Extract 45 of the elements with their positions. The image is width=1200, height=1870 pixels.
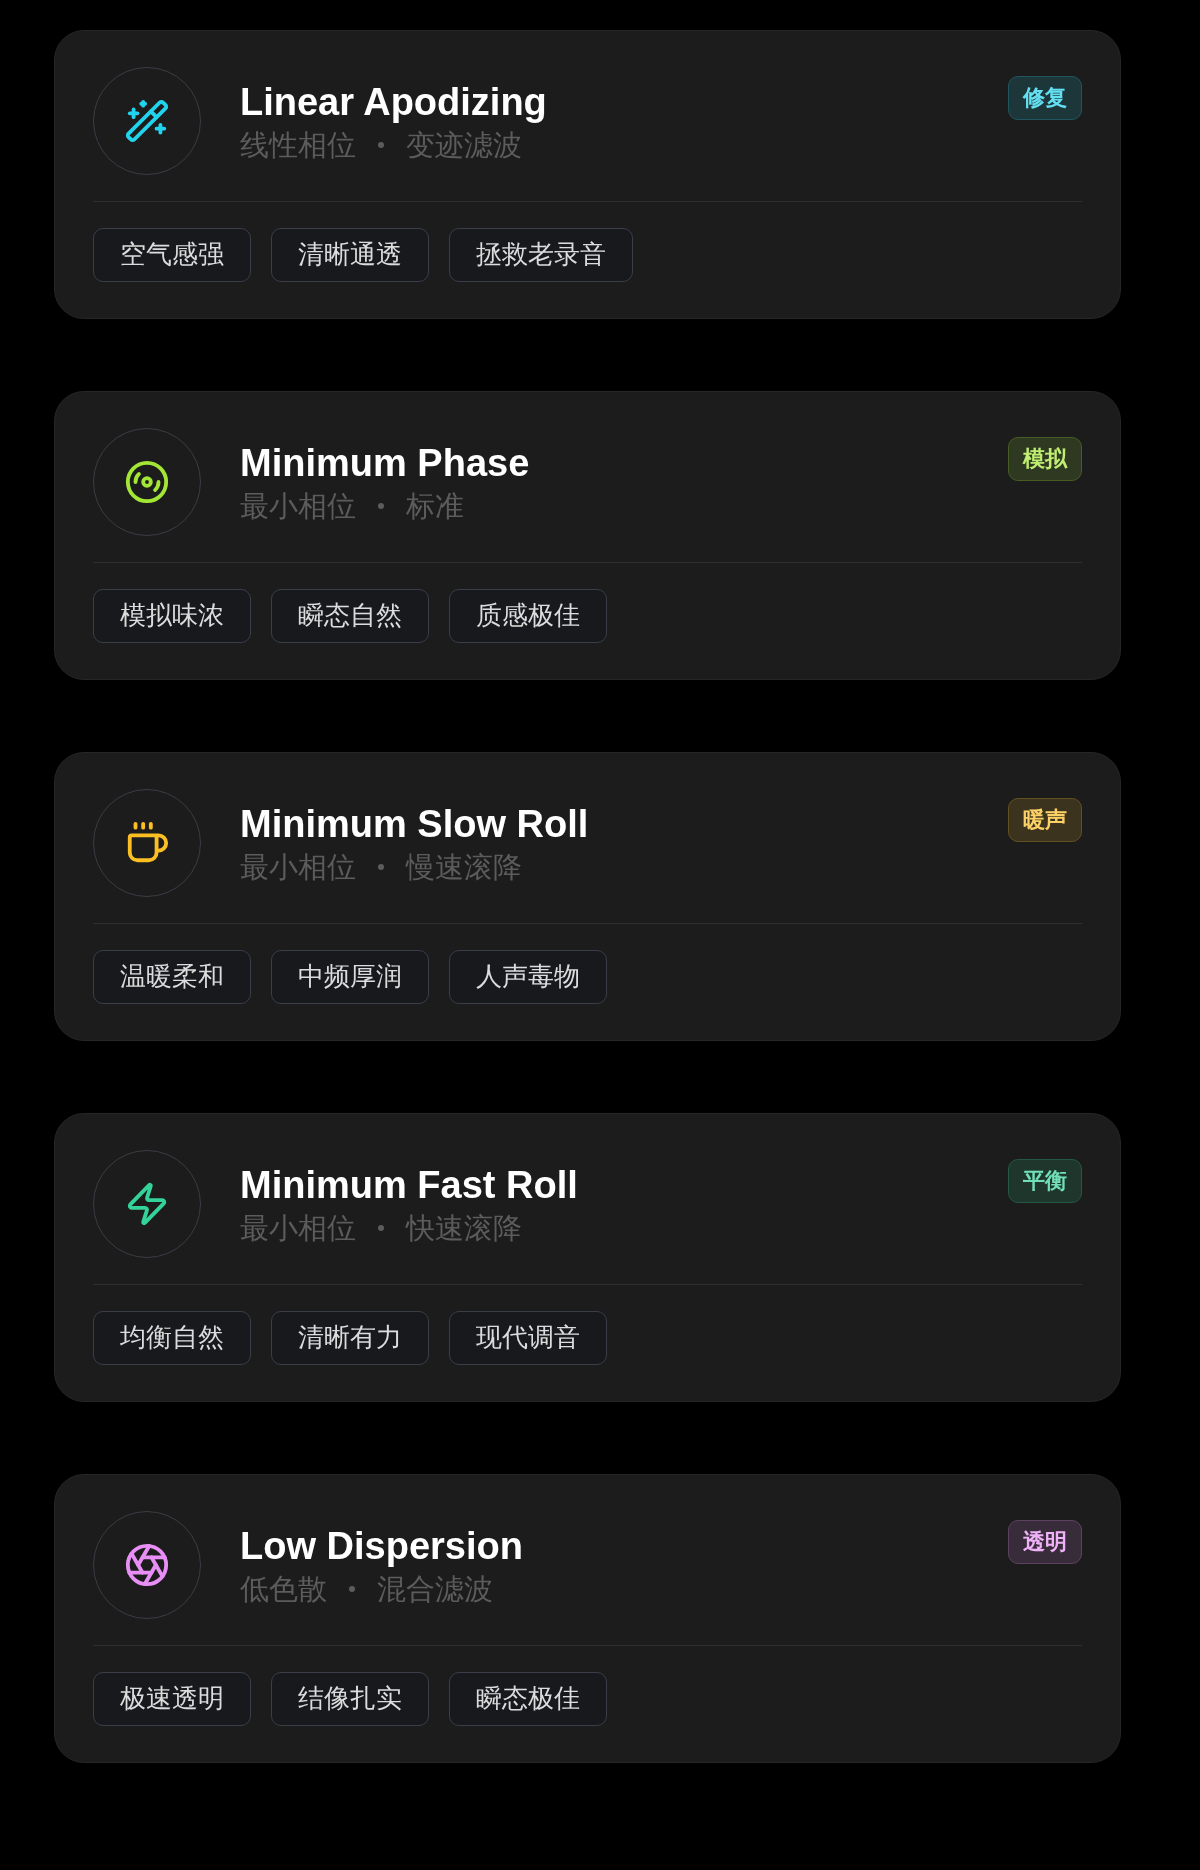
filter-title: Low Dispersion bbox=[240, 1524, 523, 1569]
filter-card[interactable]: Low Dispersion 低色散 混合滤波 透明 极速透明 结像扎实 瞬态极佳 bbox=[54, 1474, 1121, 1763]
filter-title: Linear Apodizing bbox=[240, 80, 547, 125]
feature-tag: 人声毒物 bbox=[449, 950, 607, 1004]
separator-dot-icon bbox=[378, 864, 384, 870]
feature-tag: 质感极佳 bbox=[449, 589, 607, 643]
feature-tag: 现代调音 bbox=[449, 1311, 607, 1365]
feature-tag: 瞬态极佳 bbox=[449, 1672, 607, 1726]
filter-title: Minimum Phase bbox=[240, 441, 530, 486]
filter-card[interactable]: Minimum Slow Roll 最小相位 慢速滚降 暖声 温暖柔和 中频厚润 人声毒物 bbox=[54, 752, 1121, 1041]
feature-tag: 中频厚润 bbox=[271, 950, 429, 1004]
filter-title: Minimum Slow Roll bbox=[240, 802, 589, 847]
filter-subtitle: 最小相位 bbox=[240, 850, 356, 885]
filter-title: Minimum Fast Roll bbox=[240, 1163, 578, 1208]
feature-tag: 模拟味浓 bbox=[93, 589, 251, 643]
filter-subtitle: 标准 bbox=[406, 489, 464, 524]
feature-tag: 极速透明 bbox=[93, 1672, 251, 1726]
filter-card[interactable]: Minimum Fast Roll 最小相位 快速滚降 平衡 均衡自然 清晰有力 现代调音 bbox=[54, 1113, 1121, 1402]
feature-tag: 清晰通透 bbox=[271, 228, 429, 282]
filter-card[interactable]: Linear Apodizing 线性相位 变迹滤波 修复 空气感强 清晰通透 拯救老录音 bbox=[54, 30, 1121, 319]
filter-subtitle: 混合滤波 bbox=[377, 1572, 493, 1607]
feature-tag: 温暖柔和 bbox=[93, 950, 251, 1004]
category-badge: 暖声 bbox=[1008, 798, 1082, 842]
category-badge: 平衡 bbox=[1008, 1159, 1082, 1203]
feature-tag: 拯救老录音 bbox=[449, 228, 633, 282]
feature-tag: 结像扎实 bbox=[271, 1672, 429, 1726]
separator-dot-icon bbox=[378, 503, 384, 509]
feature-tag: 均衡自然 bbox=[93, 1311, 251, 1365]
separator-dot-icon bbox=[378, 142, 384, 148]
separator-dot-icon bbox=[349, 1586, 355, 1592]
category-badge: 模拟 bbox=[1008, 437, 1082, 481]
filter-subtitle: 线性相位 bbox=[240, 128, 356, 163]
category-badge: 透明 bbox=[1008, 1520, 1082, 1564]
filter-subtitle: 变迹滤波 bbox=[406, 128, 522, 163]
filter-subtitle: 最小相位 bbox=[240, 489, 356, 524]
feature-tag: 清晰有力 bbox=[271, 1311, 429, 1365]
category-badge: 修复 bbox=[1008, 76, 1082, 120]
filter-subtitle: 低色散 bbox=[240, 1572, 327, 1607]
filter-subtitle: 最小相位 bbox=[240, 1211, 356, 1246]
filter-card[interactable]: Minimum Phase 最小相位 标准 模拟 模拟味浓 瞬态自然 质感极佳 bbox=[54, 391, 1121, 680]
separator-dot-icon bbox=[378, 1225, 384, 1231]
feature-tag: 空气感强 bbox=[93, 228, 251, 282]
filter-subtitle: 慢速滚降 bbox=[406, 850, 522, 885]
feature-tag: 瞬态自然 bbox=[271, 589, 429, 643]
filter-subtitle: 快速滚降 bbox=[406, 1211, 522, 1246]
